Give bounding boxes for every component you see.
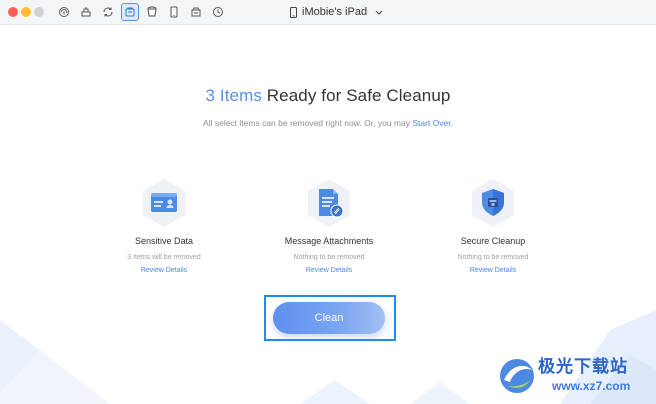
eraser-icon[interactable] — [78, 4, 94, 20]
card-status: 3 Items will be removed — [127, 254, 201, 261]
card-status: Nothing to be removed — [293, 254, 365, 261]
shield-icon — [472, 179, 514, 227]
subtitle-text: All select items can be removed right no… — [203, 118, 413, 128]
archive-icon[interactable] — [188, 4, 204, 20]
start-over-link[interactable]: Start Over — [412, 118, 450, 128]
tablet-icon[interactable] — [166, 4, 182, 20]
chevron-down-icon — [375, 10, 383, 15]
card-title: Sensitive Data — [134, 236, 194, 246]
review-details-link[interactable]: Review Details — [89, 267, 239, 274]
clean-button[interactable]: Clean — [273, 302, 385, 334]
watermark-url: www.xz7.com — [552, 379, 631, 393]
card-status: Nothing to be removed — [457, 254, 529, 261]
minimize-window-button[interactable] — [21, 7, 31, 17]
clock-icon[interactable] — [210, 4, 226, 20]
card-title: Message Attachments — [284, 236, 374, 246]
close-window-button[interactable] — [8, 7, 18, 17]
fingerprint-icon[interactable] — [56, 4, 72, 20]
watermark-title: 极光下载站 — [538, 357, 628, 377]
app-icon[interactable] — [144, 4, 160, 20]
review-details-link[interactable]: Review Details — [418, 267, 568, 274]
device-selector[interactable]: iMobie's iPad — [290, 5, 383, 19]
ipad-icon — [290, 6, 297, 18]
title-bar: iMobie's iPad — [0, 0, 656, 25]
review-details-link[interactable]: Review Details — [254, 267, 404, 274]
sync-icon[interactable] — [100, 4, 116, 20]
headline-text: Ready for Safe Cleanup — [261, 86, 451, 105]
page-title: 3 Items Ready for Safe Cleanup — [0, 86, 656, 106]
item-count: 3 Items — [205, 86, 262, 105]
id-card-icon — [143, 179, 185, 227]
page-subtitle: All select items can be removed right no… — [0, 118, 656, 128]
subtitle-end: . — [450, 118, 453, 128]
card-title: Secure Cleanup — [460, 236, 526, 246]
device-name: iMobie's iPad — [302, 6, 368, 18]
zoom-window-button[interactable] — [34, 7, 44, 17]
attachment-icon — [308, 179, 350, 227]
cleanup-icon[interactable] — [121, 3, 139, 21]
